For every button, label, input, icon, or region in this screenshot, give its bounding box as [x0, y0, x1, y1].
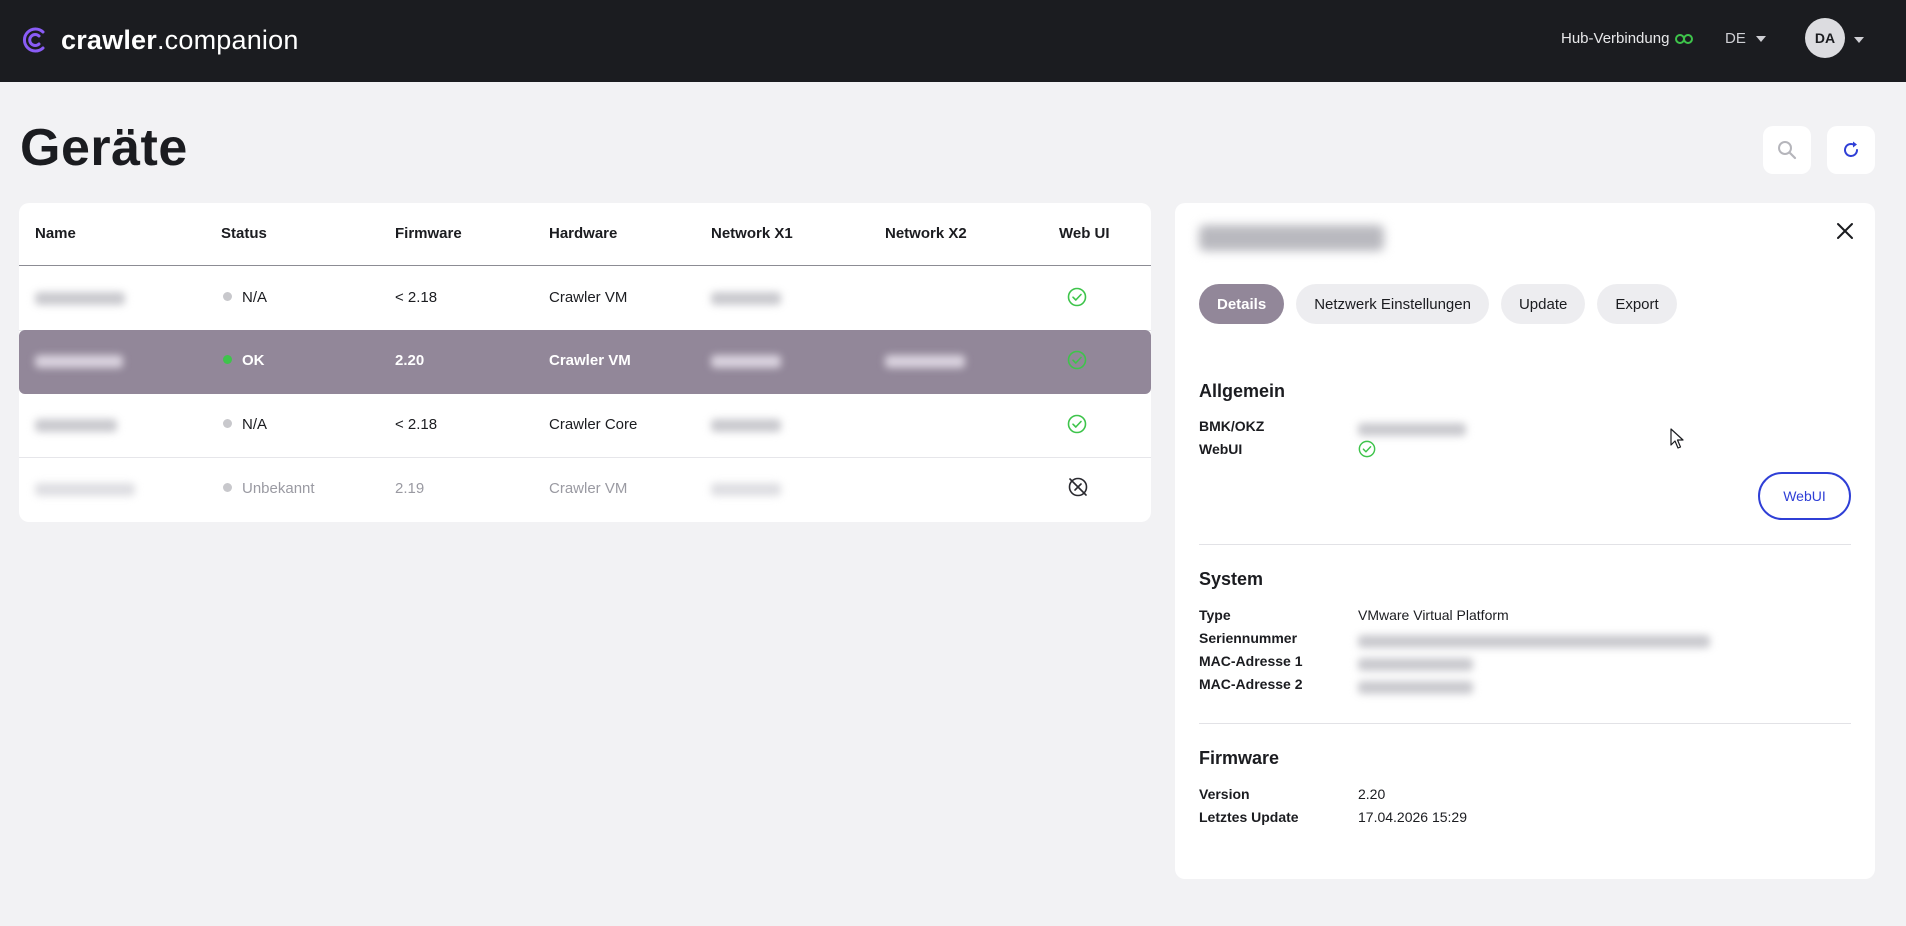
- device-hardware: Crawler VM: [549, 352, 631, 369]
- mac2-value-redacted: [1358, 678, 1473, 694]
- crawler-logo-icon: [23, 27, 45, 53]
- webui-status: [1358, 440, 1376, 461]
- search-button[interactable]: [1763, 126, 1811, 174]
- language-selector[interactable]: DE: [1725, 30, 1766, 47]
- link-off-icon: [1068, 477, 1088, 497]
- column-header-status[interactable]: Status: [221, 225, 267, 242]
- column-header-network-x2[interactable]: Network X2: [885, 225, 967, 242]
- device-network-x1-redacted: [711, 480, 781, 497]
- open-webui-button[interactable]: WebUI: [1758, 472, 1851, 520]
- tab-details[interactable]: Details: [1199, 284, 1285, 324]
- check-circle-icon: [1067, 350, 1087, 370]
- top-bar: crawler.companion Hub-Verbindung DE DA: [0, 0, 1906, 82]
- device-firmware: 2.19: [395, 480, 425, 497]
- hub-connection-label: Hub-Verbindung: [1561, 30, 1670, 47]
- column-header-firmware[interactable]: Firmware: [395, 225, 462, 242]
- section-title-firmware: Firmware: [1199, 748, 1280, 768]
- section-title-system: System: [1199, 569, 1264, 589]
- close-icon: [1837, 223, 1853, 239]
- bmk-okz-label: BMK/OKZ: [1199, 418, 1265, 434]
- chevron-down-icon: [1755, 35, 1766, 42]
- device-name-redacted: [35, 480, 135, 497]
- version-value: 2.20: [1358, 786, 1386, 802]
- mouse-cursor-icon: [1670, 428, 1684, 449]
- brand-name: crawler.companion: [61, 24, 299, 55]
- close-panel-button[interactable]: [1835, 221, 1855, 246]
- type-label: Type: [1199, 607, 1231, 623]
- device-name-redacted: [35, 352, 123, 369]
- webui-link[interactable]: [1067, 414, 1087, 438]
- check-circle-icon: [1067, 287, 1087, 307]
- device-network-x1-redacted: [711, 289, 781, 306]
- hub-connection-status[interactable]: Hub-Verbindung: [1561, 30, 1694, 47]
- version-label: Version: [1199, 786, 1250, 802]
- type-value: VMware Virtual Platform: [1358, 607, 1509, 623]
- device-title-redacted: [1199, 225, 1384, 251]
- webui-link[interactable]: [1067, 287, 1087, 311]
- status-dot: [223, 292, 232, 301]
- last-update-value: 17.04.2026 15:29: [1358, 809, 1467, 825]
- link-icon: [1675, 33, 1694, 44]
- device-status: Unbekannt: [223, 480, 315, 497]
- column-header-name[interactable]: Name: [35, 225, 76, 242]
- device-name-redacted: [35, 289, 125, 306]
- language-value: DE: [1725, 30, 1746, 47]
- device-firmware: < 2.18: [395, 416, 438, 433]
- device-name-redacted: [35, 416, 117, 433]
- check-circle-icon: [1358, 440, 1376, 458]
- mac1-value-redacted: [1358, 655, 1473, 671]
- search-icon: [1778, 141, 1797, 160]
- device-network-x1-redacted: [711, 416, 781, 433]
- divider: [1199, 723, 1851, 724]
- device-firmware: < 2.18: [395, 289, 438, 306]
- column-header-hardware[interactable]: Hardware: [549, 225, 617, 242]
- bmk-okz-value-redacted: [1358, 420, 1466, 436]
- device-detail-panel: Details Netzwerk Einstellungen Update Ex…: [1175, 203, 1875, 879]
- divider: [1199, 544, 1851, 545]
- avatar-initials: DA: [1814, 30, 1836, 46]
- check-circle-icon: [1067, 414, 1087, 434]
- device-status: OK: [223, 352, 265, 369]
- webui-link[interactable]: [1067, 350, 1087, 374]
- brand-logo[interactable]: crawler.companion: [19, 24, 299, 56]
- chevron-down-icon: [1854, 37, 1864, 43]
- last-update-label: Letztes Update: [1199, 809, 1299, 825]
- tab-network-settings[interactable]: Netzwerk Einstellungen: [1296, 284, 1489, 324]
- status-dot: [223, 419, 232, 428]
- webui-label: WebUI: [1199, 441, 1243, 457]
- status-dot: [223, 483, 232, 492]
- device-firmware: 2.20: [395, 352, 425, 369]
- table-row-selected[interactable]: OK 2.20 Crawler VM: [19, 330, 1151, 394]
- refresh-button[interactable]: [1827, 126, 1875, 174]
- device-hardware: Crawler Core: [549, 416, 638, 433]
- mac1-label: MAC-Adresse 1: [1199, 653, 1303, 669]
- section-title-general: Allgemein: [1199, 381, 1286, 401]
- status-dot: [223, 355, 232, 364]
- serial-value-redacted: [1358, 632, 1710, 648]
- table-header: Name Status Firmware Hardware Network X1…: [19, 203, 1151, 266]
- device-status: N/A: [223, 289, 267, 306]
- device-hardware: Crawler VM: [549, 289, 628, 306]
- mac2-label: MAC-Adresse 2: [1199, 676, 1303, 692]
- webui-unavailable: [1067, 476, 1089, 502]
- devices-table: Name Status Firmware Hardware Network X1…: [19, 203, 1151, 522]
- user-avatar[interactable]: DA: [1805, 18, 1845, 58]
- device-status: N/A: [223, 416, 267, 433]
- column-header-web-ui[interactable]: Web UI: [1059, 225, 1110, 242]
- column-header-network-x1[interactable]: Network X1: [711, 225, 793, 242]
- device-network-x1-redacted: [711, 352, 781, 369]
- tab-update[interactable]: Update: [1500, 284, 1586, 324]
- table-row[interactable]: N/A < 2.18 Crawler VM: [19, 267, 1151, 331]
- tab-export[interactable]: Export: [1597, 284, 1677, 324]
- refresh-icon: [1844, 141, 1858, 157]
- user-menu-toggle[interactable]: [1854, 30, 1864, 48]
- device-network-x2-redacted: [885, 352, 965, 369]
- table-row[interactable]: Unbekannt 2.19 Crawler VM: [19, 458, 1151, 522]
- serial-label: Seriennummer: [1199, 630, 1298, 646]
- table-row[interactable]: N/A < 2.18 Crawler Core: [19, 394, 1151, 458]
- detail-tabs: Details Netzwerk Einstellungen Update Ex…: [1199, 284, 1677, 324]
- device-hardware: Crawler VM: [549, 480, 628, 497]
- page-title: Geräte: [20, 119, 188, 177]
